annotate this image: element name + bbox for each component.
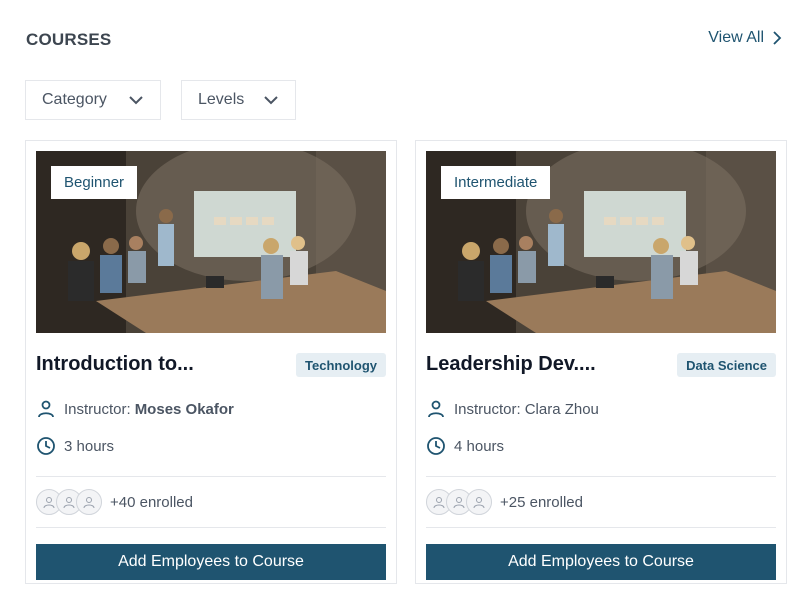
chevron-down-icon [264, 96, 278, 105]
level-badge: Intermediate [441, 166, 551, 199]
instructor-prefix: Instructor: [64, 400, 131, 418]
category-badge: Data Science [677, 353, 776, 377]
add-employees-button[interactable]: Add Employees to Course [36, 544, 386, 580]
levels-filter-label: Levels [198, 91, 245, 108]
enrolled-row: +25 enrolled [426, 489, 583, 515]
user-avatar-icon [453, 497, 465, 509]
levels-filter[interactable]: Levels [181, 80, 296, 120]
user-avatar-icon [63, 497, 75, 509]
user-avatar-icon [473, 497, 485, 509]
divider [36, 476, 386, 477]
instructor-row: Instructor: Clara Zhou [426, 399, 599, 419]
view-all-label: View All [708, 29, 764, 46]
enrolled-row: +40 enrolled [36, 489, 193, 515]
divider [36, 527, 386, 528]
user-avatar-icon [43, 497, 55, 509]
course-card[interactable]: Beginner Introduction to... Technology I… [25, 140, 397, 584]
duration-text: 3 hours [64, 437, 115, 455]
view-all-link[interactable]: View All [708, 29, 782, 47]
instructor-name: Clara Zhou [524, 400, 599, 418]
enrolled-count: +40 enrolled [110, 493, 193, 511]
avatar [76, 489, 102, 515]
user-avatar-icon [83, 497, 95, 509]
duration-row: 4 hours [426, 436, 504, 456]
course-title[interactable]: Introduction to... [36, 353, 194, 376]
enrolled-count: +25 enrolled [500, 493, 583, 511]
course-card[interactable]: Intermediate Leadership Dev.... Data Sci… [415, 140, 787, 584]
category-filter-label: Category [42, 91, 107, 108]
chevron-right-icon [773, 31, 782, 45]
instructor-prefix: Instructor: [454, 400, 521, 418]
user-icon [428, 400, 444, 418]
clock-icon [37, 437, 55, 455]
user-avatar-icon [433, 497, 445, 509]
level-badge: Beginner [51, 166, 138, 199]
page-title: COURSES [26, 30, 112, 49]
category-filter[interactable]: Category [25, 80, 161, 120]
course-title[interactable]: Leadership Dev.... [426, 353, 596, 376]
category-badge: Technology [296, 353, 386, 377]
add-employees-button[interactable]: Add Employees to Course [426, 544, 776, 580]
avatar [466, 489, 492, 515]
divider [426, 476, 776, 477]
duration-text: 4 hours [454, 437, 505, 455]
user-icon [38, 400, 54, 418]
divider [426, 527, 776, 528]
chevron-down-icon [129, 96, 143, 105]
instructor-row: Instructor: Moses Okafor [36, 399, 234, 419]
clock-icon [427, 437, 445, 455]
instructor-name: Moses Okafor [134, 400, 234, 418]
duration-row: 3 hours [36, 436, 114, 456]
